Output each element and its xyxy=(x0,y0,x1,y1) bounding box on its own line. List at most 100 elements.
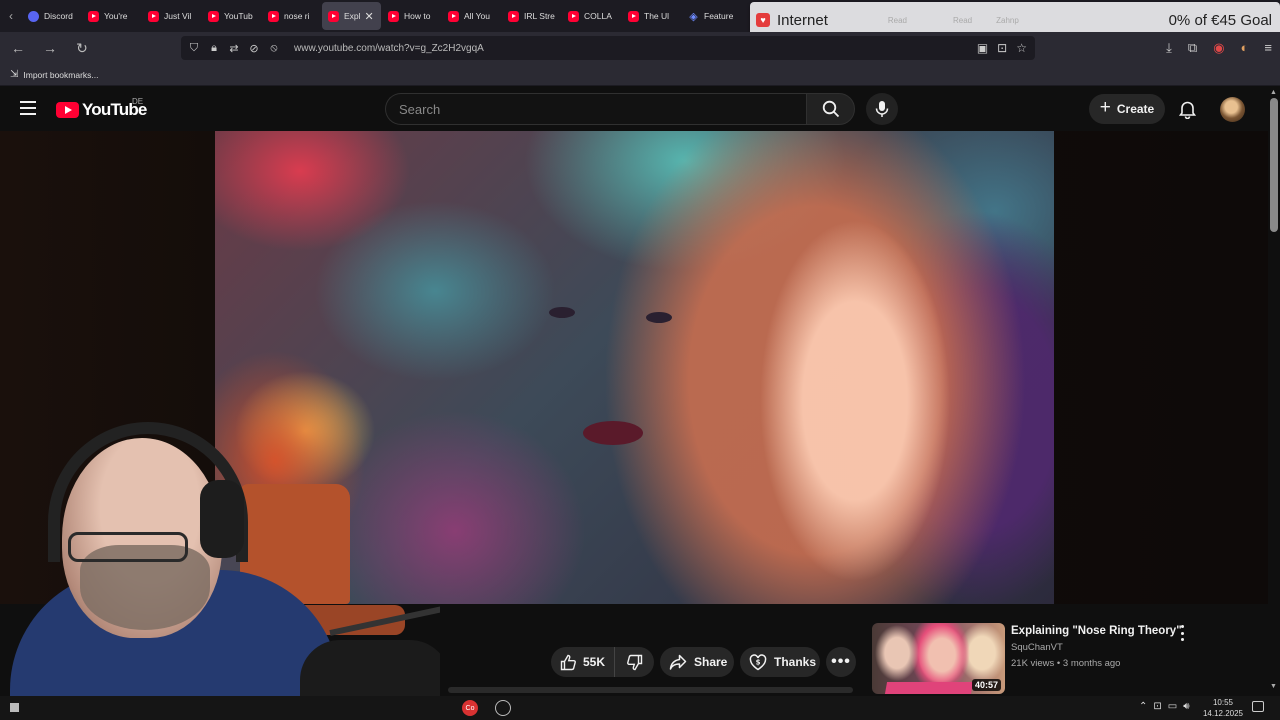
youtube-favicon-icon xyxy=(148,10,159,22)
bookmark-star-icon[interactable]: ☆ xyxy=(1016,41,1027,55)
system-tray: ⌃ ⊡ ▭ 🔊︎ xyxy=(1139,701,1190,712)
share-label: Share xyxy=(694,655,728,669)
tray-chevron-icon[interactable]: ⌃ xyxy=(1139,701,1147,712)
more-horizontal-icon: ••• xyxy=(831,653,851,670)
recommended-title[interactable]: Explaining "Nose Ring Theory" xyxy=(1011,625,1182,637)
create-button[interactable]: + Create xyxy=(1089,94,1165,124)
permissions-icon[interactable]: ⇄ xyxy=(224,42,244,55)
browser-tab[interactable]: YouTub xyxy=(202,2,261,30)
extension-badge-icon[interactable]: ◉ xyxy=(1213,40,1224,56)
youtube-play-logo-icon xyxy=(56,102,79,118)
page-scrollbar[interactable]: ▲ ▼ xyxy=(1268,87,1280,696)
browser-tab[interactable]: You're xyxy=(82,2,141,30)
clock-date: 14.12.2025 xyxy=(1202,709,1244,718)
youtube-favicon-icon xyxy=(628,10,639,22)
import-bookmarks-link[interactable]: Import bookmarks... xyxy=(23,70,98,80)
voice-search-button[interactable] xyxy=(866,93,898,125)
picture-in-picture-icon[interactable]: ▣ xyxy=(977,41,988,55)
plus-icon: + xyxy=(1099,97,1111,118)
network-icon[interactable]: ▭ xyxy=(1168,701,1177,712)
url-bar[interactable]: ⛉ 🔒︎ ⇄ ⊘ ⦸ www.youtube.com/watch?v=g_Zc2… xyxy=(181,36,1035,60)
reload-icon[interactable]: ↻ xyxy=(68,40,96,57)
scroll-down-icon[interactable]: ▼ xyxy=(1270,683,1277,690)
recommended-meta: 21K views • 3 months ago xyxy=(1011,658,1121,669)
webcam-overlay xyxy=(0,420,440,720)
thanks-button[interactable]: $ Thanks xyxy=(740,647,820,677)
search-input[interactable] xyxy=(399,101,779,117)
thumbs-down-icon xyxy=(626,654,642,670)
forward-icon[interactable]: → xyxy=(36,40,64,56)
search-icon xyxy=(822,100,839,118)
browser-tab[interactable]: COLLA xyxy=(562,2,621,30)
url-text[interactable]: www.youtube.com/watch?v=g_Zc2H2vgqA xyxy=(294,43,484,54)
thumbnail-banner xyxy=(884,682,974,694)
taskbar-clock[interactable]: 10:55 14.12.2025 xyxy=(1200,697,1246,719)
close-tab-icon[interactable]: ✕ xyxy=(365,10,374,23)
youtube-favicon-icon xyxy=(208,10,219,22)
thanks-heart-icon: $ xyxy=(749,653,767,670)
start-icon[interactable] xyxy=(10,703,19,712)
dislike-button[interactable] xyxy=(615,647,653,677)
youtube-header: YouTube DE + Create xyxy=(0,87,1268,131)
tray-device-icon[interactable]: ⊡ xyxy=(1153,701,1161,712)
browser-tab[interactable]: nose ri xyxy=(262,2,321,30)
webcam-headset-earcup xyxy=(200,480,244,558)
camera-blocked-icon[interactable]: ⊘ xyxy=(244,42,264,55)
back-icon[interactable]: ← xyxy=(4,40,32,56)
youtube-favicon-icon xyxy=(508,10,519,22)
kebab-menu-icon[interactable] xyxy=(1176,625,1188,641)
svg-text:$: $ xyxy=(756,658,761,666)
overlay-goal: 0% of €45 Goal xyxy=(1168,11,1272,29)
browser-tab[interactable]: The Ul xyxy=(622,2,681,30)
youtube-favicon-icon xyxy=(328,10,339,22)
discord-icon xyxy=(28,10,39,22)
heart-icon: ♥ xyxy=(756,13,770,27)
video-frame-detail xyxy=(646,312,672,323)
overlay-ghost-text: Read xyxy=(887,15,907,25)
youtube-favicon-icon xyxy=(88,10,99,22)
browser-tab-active[interactable]: Expl ✕ xyxy=(322,2,381,30)
hamburger-menu-icon[interactable] xyxy=(20,101,36,115)
avatar[interactable] xyxy=(1220,97,1245,122)
shield-icon[interactable]: ⛉ xyxy=(184,42,204,55)
taskbar-app-icon[interactable]: Co xyxy=(462,700,478,716)
lock-icon[interactable]: 🔒︎ xyxy=(204,42,224,55)
browser-navbar: ← → ↻ ⛉ 🔒︎ ⇄ ⊘ ⦸ www.youtube.com/watch?v… xyxy=(0,32,1280,64)
search-button[interactable] xyxy=(806,93,855,125)
tab-scroll-left-icon[interactable]: ‹ xyxy=(0,9,22,23)
browser-tab[interactable]: Just Vil xyxy=(142,2,201,30)
like-button[interactable]: 55K xyxy=(551,647,615,677)
bell-icon xyxy=(1178,101,1196,119)
loading-bar xyxy=(448,687,853,693)
browser-tab[interactable]: How to xyxy=(382,2,441,30)
scroll-up-icon[interactable]: ▲ xyxy=(1270,89,1277,96)
browser-tab[interactable]: IRL Stre xyxy=(502,2,561,30)
save-page-icon[interactable]: ⊡ xyxy=(997,41,1007,55)
microphone-icon xyxy=(875,101,889,117)
browser-tab[interactable]: ◈ Feature xyxy=(682,2,741,30)
browser-tab[interactable]: Discord xyxy=(22,2,81,30)
overlay-ghost-text: Read xyxy=(953,15,973,25)
youtube-favicon-icon xyxy=(448,10,459,22)
overlay-title: Internet xyxy=(777,11,828,29)
notifications-icon[interactable] xyxy=(1252,701,1264,712)
recommended-thumbnail[interactable]: 40:57 xyxy=(872,623,1005,694)
share-icon xyxy=(669,654,687,670)
search-box xyxy=(385,93,806,125)
taskbar-app-icon[interactable] xyxy=(495,700,511,716)
more-actions-button[interactable]: ••• xyxy=(826,647,856,677)
video-duration: 40:57 xyxy=(971,679,1001,691)
create-label: Create xyxy=(1116,102,1155,116)
recommended-channel[interactable]: SquChanVT xyxy=(1011,642,1063,653)
downloads-icon[interactable]: ⤓ xyxy=(1166,40,1172,56)
extensions-icon[interactable]: ⧉ xyxy=(1188,40,1197,56)
scrollbar-thumb[interactable] xyxy=(1270,98,1278,232)
volume-icon[interactable]: 🔊︎ xyxy=(1183,701,1189,712)
notifications-button[interactable] xyxy=(1175,97,1199,121)
browser-tab[interactable]: All You xyxy=(442,2,501,30)
country-code: DE xyxy=(132,97,144,106)
autoplay-blocked-icon[interactable]: ⦸ xyxy=(264,42,284,55)
profile-extension-icon[interactable]: ◐ xyxy=(1241,40,1249,56)
share-button[interactable]: Share xyxy=(660,647,734,677)
app-menu-icon[interactable]: ≡ xyxy=(1264,40,1272,56)
